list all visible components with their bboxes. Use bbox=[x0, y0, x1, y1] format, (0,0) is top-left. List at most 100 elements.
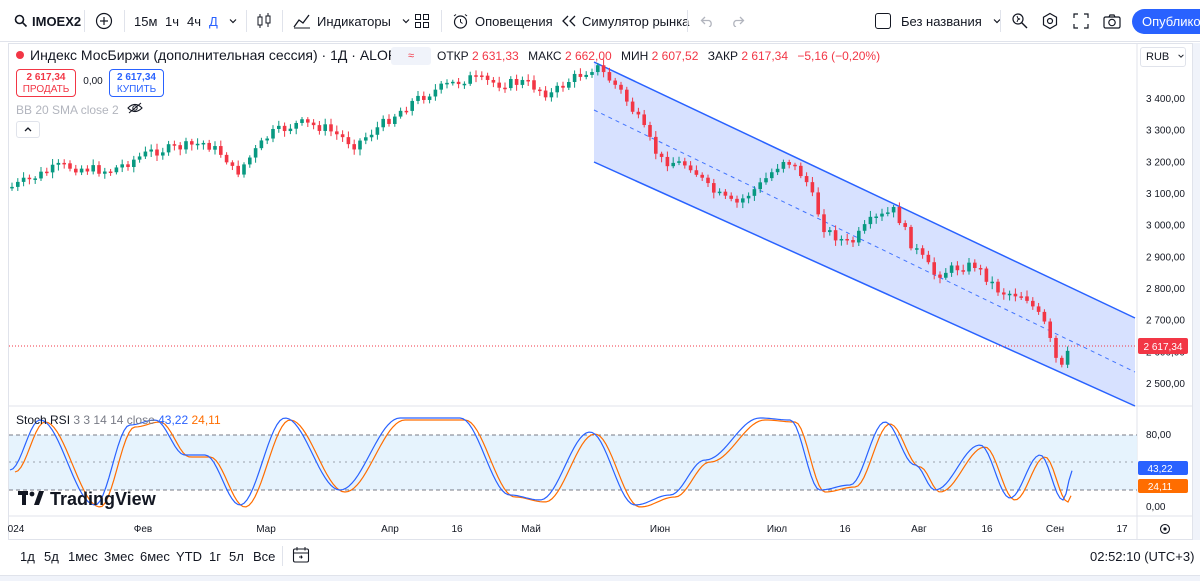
candle-body bbox=[775, 168, 780, 173]
chevron-down-icon bbox=[1177, 51, 1185, 63]
rsi-k-value: 43,22 bbox=[158, 413, 189, 427]
candle-body bbox=[340, 134, 345, 138]
candle-body bbox=[706, 177, 710, 184]
candle-body bbox=[16, 181, 20, 187]
candle-body bbox=[996, 281, 1000, 293]
candle-body bbox=[132, 159, 136, 168]
candle-body bbox=[659, 153, 664, 157]
candle-body bbox=[248, 157, 252, 165]
candle-body bbox=[903, 223, 907, 227]
candle-body bbox=[729, 195, 733, 199]
candle-body bbox=[161, 152, 165, 156]
range-ytd[interactable]: YTD bbox=[176, 549, 202, 564]
candle-body bbox=[700, 174, 704, 178]
range-5d[interactable]: 5д bbox=[44, 549, 59, 564]
candle-body bbox=[439, 83, 443, 90]
candle-body bbox=[978, 268, 983, 270]
candle-body bbox=[317, 125, 322, 131]
bb-indicator-name: BB 20 SMA close 2 bbox=[16, 102, 119, 117]
candle-body bbox=[172, 144, 177, 146]
eye-off-icon[interactable] bbox=[126, 102, 143, 117]
candle-body bbox=[683, 161, 687, 166]
candle-body bbox=[201, 142, 206, 145]
sell-button[interactable]: 2 617,34 ПРОДАТЬ bbox=[16, 69, 76, 97]
collapse-legend-button[interactable] bbox=[16, 121, 40, 138]
price-tick-label: 2 700,00 bbox=[1146, 316, 1185, 327]
range-all[interactable]: Все bbox=[253, 549, 275, 564]
range-3m[interactable]: 3мес bbox=[104, 549, 134, 564]
candle-body bbox=[143, 151, 148, 157]
candle-body bbox=[1060, 357, 1064, 365]
bb-indicator-legend[interactable]: BB 20 SMA close 2 bbox=[16, 102, 143, 117]
currency-button[interactable]: RUB bbox=[1140, 47, 1186, 67]
open-label: ОТКР bbox=[437, 49, 469, 63]
candle-body bbox=[1013, 293, 1018, 297]
range-1y[interactable]: 1г bbox=[209, 549, 221, 564]
tradingview-logo[interactable]: TradingView bbox=[18, 489, 156, 510]
candle-body bbox=[381, 118, 385, 128]
candle-body bbox=[514, 78, 519, 85]
currency-label: RUB bbox=[1146, 51, 1170, 63]
candle-body bbox=[619, 84, 623, 90]
candle-body bbox=[50, 164, 55, 173]
candle-body bbox=[572, 73, 577, 83]
candle-body bbox=[822, 214, 826, 233]
time-tick-label: Авг bbox=[911, 524, 927, 535]
sell-price: 2 617,34 bbox=[26, 72, 66, 83]
candle-body bbox=[694, 170, 699, 175]
candle-body bbox=[787, 162, 791, 165]
candle-body bbox=[1048, 321, 1052, 338]
candle-body bbox=[735, 198, 739, 203]
candle-body bbox=[149, 149, 153, 152]
candle-body bbox=[567, 82, 571, 88]
candle-body bbox=[375, 127, 380, 135]
range-6m[interactable]: 6мес bbox=[140, 549, 170, 564]
settings-gear-icon[interactable] bbox=[1159, 523, 1171, 535]
candle-body bbox=[746, 195, 751, 199]
calendar-goto-icon bbox=[292, 547, 310, 567]
low-value: 2 607,52 bbox=[651, 49, 699, 63]
goto-date-button[interactable] bbox=[292, 546, 310, 567]
candle-body bbox=[445, 82, 449, 85]
candle-body bbox=[300, 119, 304, 123]
last-price-label: 2 617,34 bbox=[1144, 342, 1183, 353]
candle-body bbox=[897, 207, 902, 224]
candle-body bbox=[491, 79, 496, 83]
candle-body bbox=[207, 142, 211, 150]
buy-button[interactable]: 2 617,34 КУПИТЬ bbox=[109, 69, 164, 97]
range-1m[interactable]: 1мес bbox=[68, 549, 98, 564]
candle-body bbox=[213, 146, 217, 150]
legend-title[interactable]: Индекс МосБиржи (дополнительная сессия) … bbox=[16, 47, 398, 63]
candle-body bbox=[781, 162, 786, 169]
candle-body bbox=[27, 177, 32, 180]
candle-body bbox=[288, 128, 293, 132]
rsi-legend[interactable]: Stoch RSI 3 3 14 14 close 43,22 24,11 bbox=[16, 413, 221, 427]
candle-body bbox=[804, 176, 809, 183]
candle-body bbox=[68, 163, 72, 169]
candle-body bbox=[549, 92, 554, 98]
candle-body bbox=[880, 213, 884, 217]
candle-body bbox=[230, 162, 235, 166]
candle-body bbox=[543, 90, 548, 98]
price-tick-label: 3 300,00 bbox=[1146, 126, 1185, 137]
tradingview-logo-icon bbox=[18, 489, 44, 510]
candle-body bbox=[416, 95, 420, 101]
candle-body bbox=[74, 168, 78, 173]
candle-body bbox=[91, 165, 95, 172]
candle-body bbox=[955, 265, 960, 271]
price-chart[interactable]: 3 400,00 3 300,00 3 200,00 3 100,00 3 000,00… bbox=[0, 0, 1200, 581]
range-5y[interactable]: 5л bbox=[229, 549, 244, 564]
candle-body bbox=[120, 164, 124, 168]
compare-badge[interactable]: ≈ bbox=[391, 47, 431, 65]
clock[interactable]: 02:52:10 (UTC+3) bbox=[1090, 549, 1194, 564]
candle-body bbox=[712, 183, 716, 193]
candle-body bbox=[404, 110, 409, 113]
candle-body bbox=[630, 101, 635, 112]
candle-body bbox=[509, 78, 513, 89]
candle-body bbox=[21, 177, 26, 182]
range-1d[interactable]: 1д bbox=[20, 549, 35, 564]
price-tick-label: 3 100,00 bbox=[1146, 189, 1185, 200]
candle-body bbox=[259, 140, 264, 149]
candle-body bbox=[253, 148, 258, 158]
high-value: 2 662,00 bbox=[564, 49, 612, 63]
